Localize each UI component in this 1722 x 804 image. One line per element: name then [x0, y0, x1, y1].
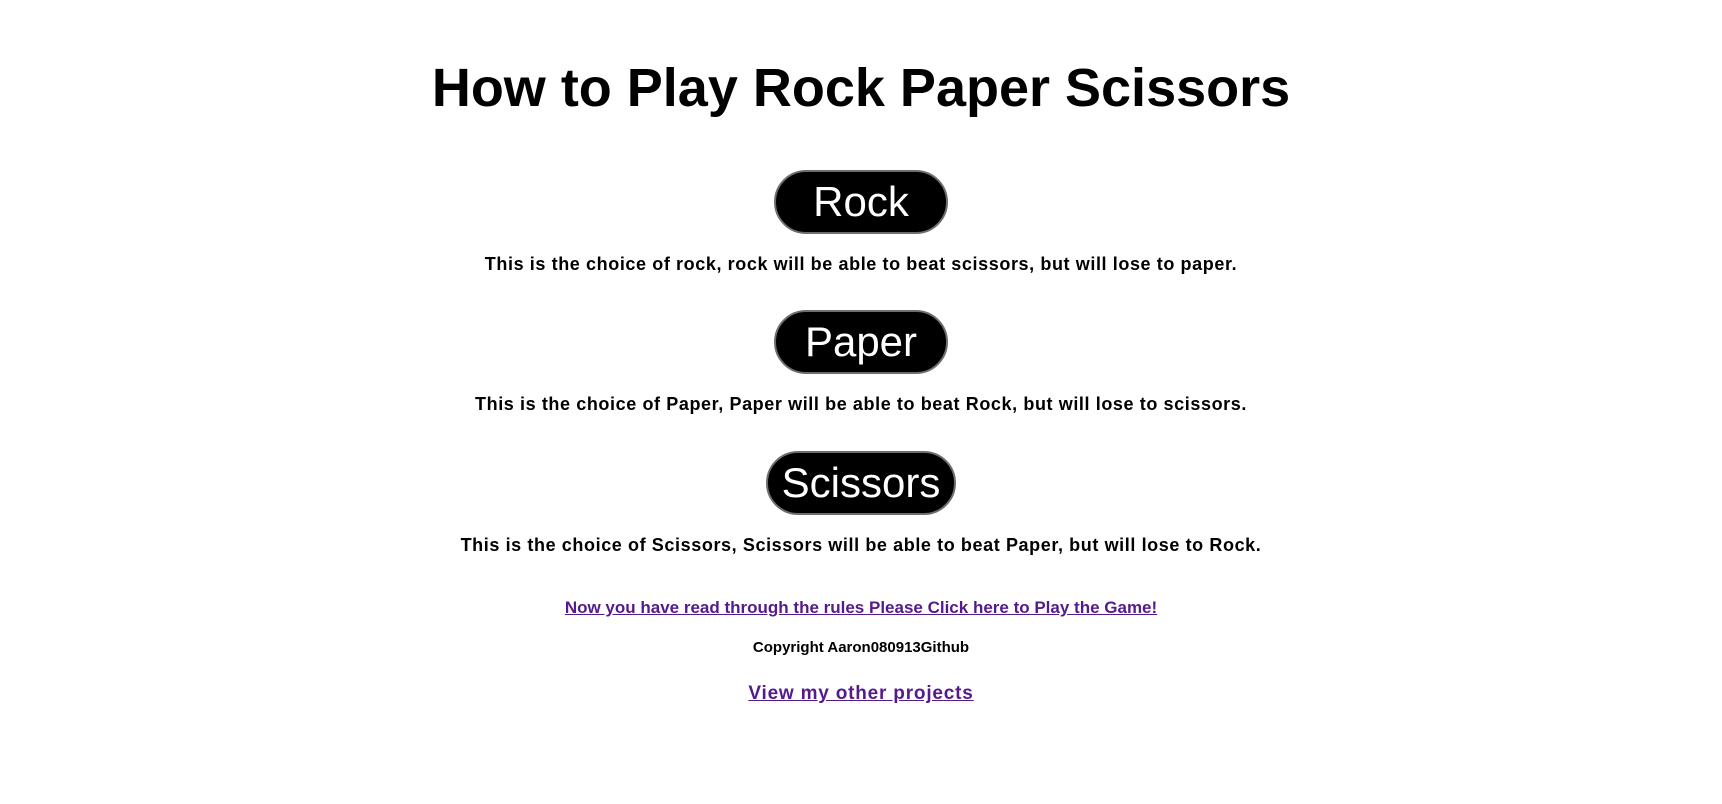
paper-button[interactable]: Paper [774, 310, 948, 374]
other-projects-link[interactable]: View my other projects [748, 683, 973, 704]
play-game-link[interactable]: Now you have read through the rules Plea… [565, 598, 1157, 617]
paper-description: This is the choice of Paper, Paper will … [475, 394, 1247, 414]
page-title: How to Play Rock Paper Scissors [431, 58, 1291, 118]
copyright-text: Copyright Aaron080913Github [752, 639, 970, 656]
play-link-container: Now you have read through the rules Plea… [0, 595, 1722, 620]
scissors-button[interactable]: Scissors [766, 451, 956, 515]
rock-description: This is the choice of rock, rock will be… [484, 254, 1238, 274]
projects-link-container: View my other projects [0, 681, 1722, 707]
rock-button[interactable]: Rock [774, 170, 948, 234]
scissors-description: This is the choice of Scissors, Scissors… [460, 535, 1262, 555]
